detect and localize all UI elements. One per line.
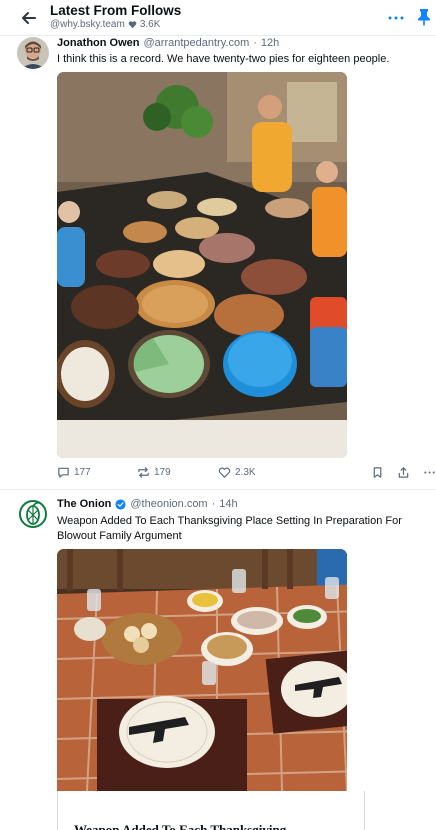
- link-card-title: Weapon Added To Each Thanksgiving: [74, 822, 287, 830]
- post-meta: The Onion @theonion.com · 14h: [57, 498, 238, 510]
- feed-header: Latest From Follows @why.bsky.team 3.6K: [0, 0, 436, 36]
- ellipsis-icon: [424, 471, 435, 474]
- repost-count: 179: [154, 467, 171, 478]
- repost-button[interactable]: 179: [137, 466, 171, 479]
- post-time[interactable]: 14h: [219, 498, 237, 510]
- repost-icon: [138, 467, 149, 478]
- post-author[interactable]: Jonathon Owen: [57, 37, 140, 49]
- link-card-image[interactable]: [57, 549, 347, 791]
- link-card[interactable]: Weapon Added To Each Thanksgiving: [57, 791, 365, 830]
- post-item[interactable]: The Onion @theonion.com · 14h Weapon Add…: [0, 490, 436, 830]
- bookmark-button[interactable]: [371, 466, 384, 479]
- bookmark-icon: [373, 467, 382, 478]
- speech-bubble-icon: [58, 467, 69, 478]
- post-handle[interactable]: @theonion.com: [130, 498, 207, 510]
- verified-check-icon: [115, 498, 126, 510]
- avatar[interactable]: [17, 37, 49, 69]
- post-image-pies[interactable]: [57, 72, 347, 458]
- post-more-button[interactable]: [423, 466, 436, 479]
- feed-title: Latest From Follows: [50, 3, 182, 18]
- post-text: Weapon Added To Each Thanksgiving Place …: [57, 515, 402, 542]
- separator-dot: ·: [253, 37, 257, 49]
- heart-icon: [218, 467, 231, 478]
- share-icon: [398, 467, 409, 478]
- post-handle[interactable]: @arrantpedantry.com: [144, 37, 250, 49]
- share-button[interactable]: [397, 466, 410, 479]
- post-actions: 177 179 2.3K: [57, 466, 436, 482]
- post-meta: Jonathon Owen @arrantpedantry.com · 12h: [57, 37, 279, 49]
- pin-icon[interactable]: [416, 7, 432, 27]
- post-author[interactable]: The Onion: [57, 498, 111, 510]
- feed-subtitle: @why.bsky.team 3.6K: [50, 19, 160, 30]
- like-button[interactable]: 2.3K: [218, 466, 256, 479]
- like-count: 2.3K: [235, 467, 256, 478]
- ellipsis-icon[interactable]: [386, 8, 406, 28]
- reply-button[interactable]: 177: [57, 466, 91, 479]
- feed-like-count: 3.6K: [139, 19, 161, 30]
- post-time[interactable]: 12h: [261, 37, 279, 49]
- heart-icon: [128, 21, 137, 29]
- separator-dot: ·: [211, 498, 216, 510]
- arrow-left-icon[interactable]: [19, 8, 39, 28]
- post-item[interactable]: Jonathon Owen @arrantpedantry.com · 12h …: [0, 36, 436, 490]
- avatar[interactable]: [17, 498, 49, 530]
- reply-count: 177: [74, 467, 91, 478]
- feed-creator-handle[interactable]: @why.bsky.team: [50, 19, 125, 30]
- post-text: I think this is a record. We have twenty…: [57, 53, 390, 65]
